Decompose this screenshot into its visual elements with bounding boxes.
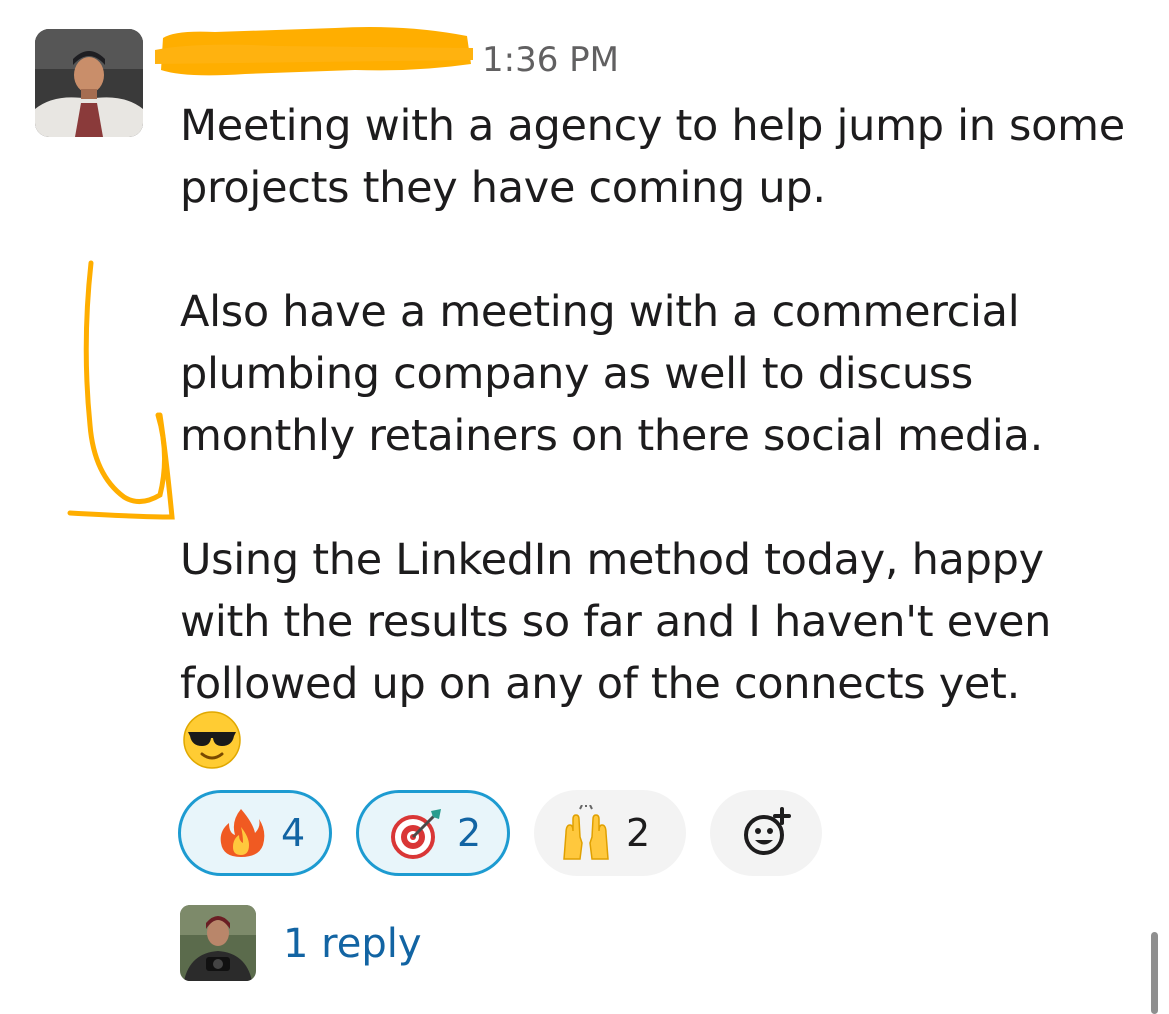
dart-icon <box>391 809 441 859</box>
scrollbar[interactable] <box>1151 932 1158 1014</box>
raised-hands-icon <box>563 805 609 860</box>
annotation-arrow <box>67 260 175 520</box>
reaction-dart[interactable]: 2 <box>356 790 510 876</box>
replier-avatar[interactable] <box>180 905 256 981</box>
message-paragraph: Using the LinkedIn method today, happy w… <box>180 535 1052 709</box>
reply-count-link[interactable]: 1 reply <box>283 921 422 967</box>
reaction-count: 4 <box>281 811 306 855</box>
message-body: Meeting with a agency to help jump in so… <box>180 95 1140 715</box>
add-reaction-button[interactable] <box>710 790 822 876</box>
add-reaction-icon <box>744 807 791 855</box>
reaction-count: 2 <box>457 811 482 855</box>
reaction-count: 2 <box>626 811 651 855</box>
redacted-sender-name <box>155 20 475 82</box>
message-timestamp[interactable]: 1:36 PM <box>482 40 619 80</box>
reaction-fire[interactable]: 4 <box>178 790 332 876</box>
reaction-raised-hands[interactable]: 2 <box>534 790 686 876</box>
sender-avatar[interactable] <box>35 29 143 137</box>
message-paragraph: Also have a meeting with a commercial pl… <box>180 287 1043 461</box>
sunglasses-emoji-icon <box>183 711 241 769</box>
message-paragraph: Meeting with a agency to help jump in so… <box>180 101 1125 213</box>
fire-icon <box>220 809 265 857</box>
